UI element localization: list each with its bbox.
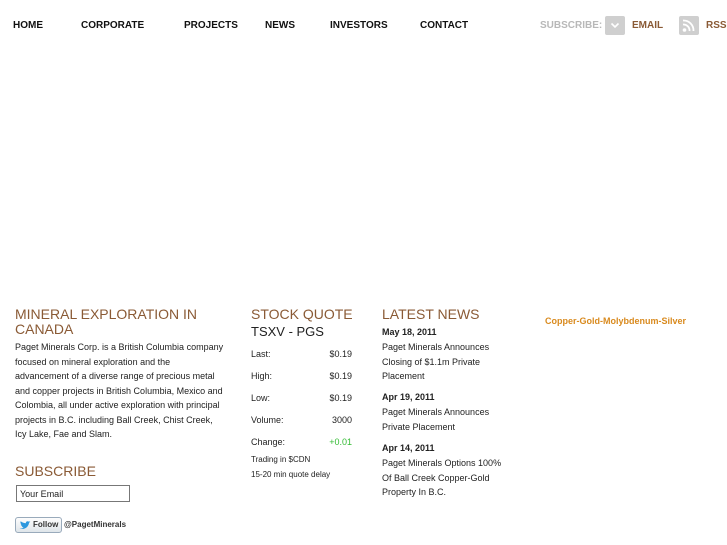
rss-icon[interactable] xyxy=(679,16,699,35)
subscribe-label: SUBSCRIBE: xyxy=(540,20,603,31)
twitter-handle[interactable]: @PagetMinerals xyxy=(64,520,126,529)
commodity-tagline: Copper-Gold-Molybdenum-Silver xyxy=(545,316,687,326)
stock-label-volume: Volume: xyxy=(251,415,284,425)
twitter-bird-icon xyxy=(19,521,31,529)
chevron-down-icon xyxy=(610,22,620,29)
stock-currency-note: Trading in $CDN xyxy=(251,455,311,464)
news-title: LATEST NEWS xyxy=(382,306,480,322)
news-date: May 18, 2011 xyxy=(382,327,437,337)
news-link[interactable]: Paget Minerals Options 100% Of Ball Cree… xyxy=(382,456,512,500)
stock-symbol: TSXV - PGS xyxy=(251,324,324,339)
news-link[interactable]: Paget Minerals Announces Closing of $1.1… xyxy=(382,340,512,384)
nav-contact[interactable]: CONTACT xyxy=(420,20,468,31)
stock-label-low: Low: xyxy=(251,393,271,403)
nav-investors[interactable]: INVESTORS xyxy=(330,20,388,31)
stock-label-high: High: xyxy=(251,371,273,381)
nav-home[interactable]: HOME xyxy=(13,20,43,31)
follow-label: Follow xyxy=(33,520,59,529)
email-icon[interactable] xyxy=(605,16,625,35)
stock-value-change: +0.01 xyxy=(329,437,352,447)
nav-news[interactable]: NEWS xyxy=(265,20,295,31)
about-title: MINERAL EXPLORATION IN CANADA xyxy=(15,306,198,337)
stock-title: STOCK QUOTE xyxy=(251,306,353,322)
stock-label-last: Last: xyxy=(251,349,271,359)
email-field[interactable] xyxy=(16,485,130,502)
news-link[interactable]: Paget Minerals Announces Private Placeme… xyxy=(382,405,512,434)
rss-link[interactable]: RSS xyxy=(706,20,727,31)
nav-corporate[interactable]: CORPORATE xyxy=(81,20,144,31)
stock-delay-note: 15-20 min quote delay xyxy=(251,470,331,479)
news-date: Apr 19, 2011 xyxy=(382,392,435,402)
stock-value-last: $0.19 xyxy=(329,349,352,359)
email-link[interactable]: EMAIL xyxy=(632,20,663,31)
stock-label-change: Change: xyxy=(251,437,286,447)
stock-value-high: $0.19 xyxy=(329,371,352,381)
follow-button[interactable]: Follow xyxy=(15,517,62,533)
news-date: Apr 14, 2011 xyxy=(382,443,435,453)
rss-feed-icon xyxy=(682,19,695,32)
nav-projects[interactable]: PROJECTS xyxy=(184,20,238,31)
stock-value-low: $0.19 xyxy=(329,393,352,403)
stock-value-volume: 3000 xyxy=(331,415,352,425)
about-text: Paget Minerals Corp. is a British Columb… xyxy=(15,342,224,439)
subscribe-title: SUBSCRIBE xyxy=(15,463,96,479)
